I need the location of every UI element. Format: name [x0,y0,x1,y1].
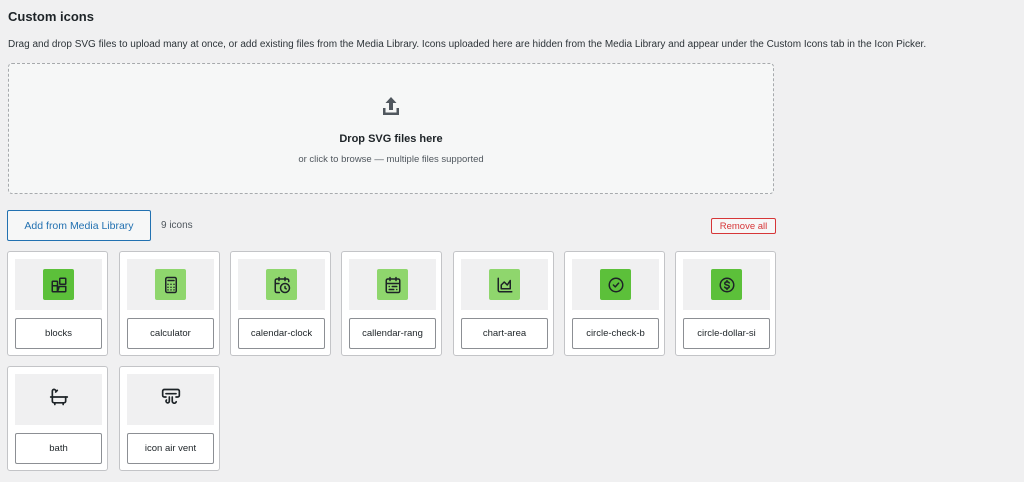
icon-name-input[interactable] [127,318,214,349]
icon-name-input[interactable] [15,433,102,464]
bath-icon [49,387,69,412]
icon-card-calculator[interactable] [119,251,220,356]
calendar-clock-icon [266,269,297,300]
icon-preview [15,374,102,425]
icon-name-input[interactable] [15,318,102,349]
remove-all-button[interactable]: Remove all [711,218,776,234]
blocks-icon [43,269,74,300]
icon-name-input[interactable] [683,318,770,349]
icon-preview [238,259,325,310]
section-description: Drag and drop SVG files to upload many a… [8,39,927,50]
icon-name-input[interactable] [238,318,325,349]
icon-card-blocks[interactable] [7,251,108,356]
calculator-icon [155,269,186,300]
svg-dropzone[interactable]: Drop SVG files here or click to browse —… [8,63,774,194]
section-title: Custom icons [8,9,94,24]
icon-preview [349,259,436,310]
calendar-range-icon [377,269,408,300]
icon-card-calendar-clock[interactable] [230,251,331,356]
upload-icon [379,95,403,119]
icon-count: 9 icons [161,220,193,231]
icon-preview [461,259,548,310]
icon-card-bath[interactable] [7,366,108,471]
icon-preview [15,259,102,310]
icon-name-input[interactable] [127,433,214,464]
icon-preview [683,259,770,310]
dropzone-subtitle: or click to browse — multiple files supp… [298,154,484,165]
icon-name-input[interactable] [349,318,436,349]
circle-dollar-icon [711,269,742,300]
icon-preview [127,374,214,425]
icon-card-air-vent[interactable] [119,366,220,471]
icon-name-input[interactable] [461,318,548,349]
dropzone-title: Drop SVG files here [339,133,443,145]
icon-card-circle-dollar[interactable] [675,251,776,356]
air-vent-icon [161,387,181,412]
icon-preview [127,259,214,310]
icon-name-input[interactable] [572,318,659,349]
chart-area-icon [489,269,520,300]
icon-preview [572,259,659,310]
icon-card-chart-area[interactable] [453,251,554,356]
circle-check-icon [600,269,631,300]
icon-card-circle-check[interactable] [564,251,665,356]
add-from-media-library-button[interactable]: Add from Media Library [7,210,151,241]
icon-card-calendar-range[interactable] [341,251,442,356]
